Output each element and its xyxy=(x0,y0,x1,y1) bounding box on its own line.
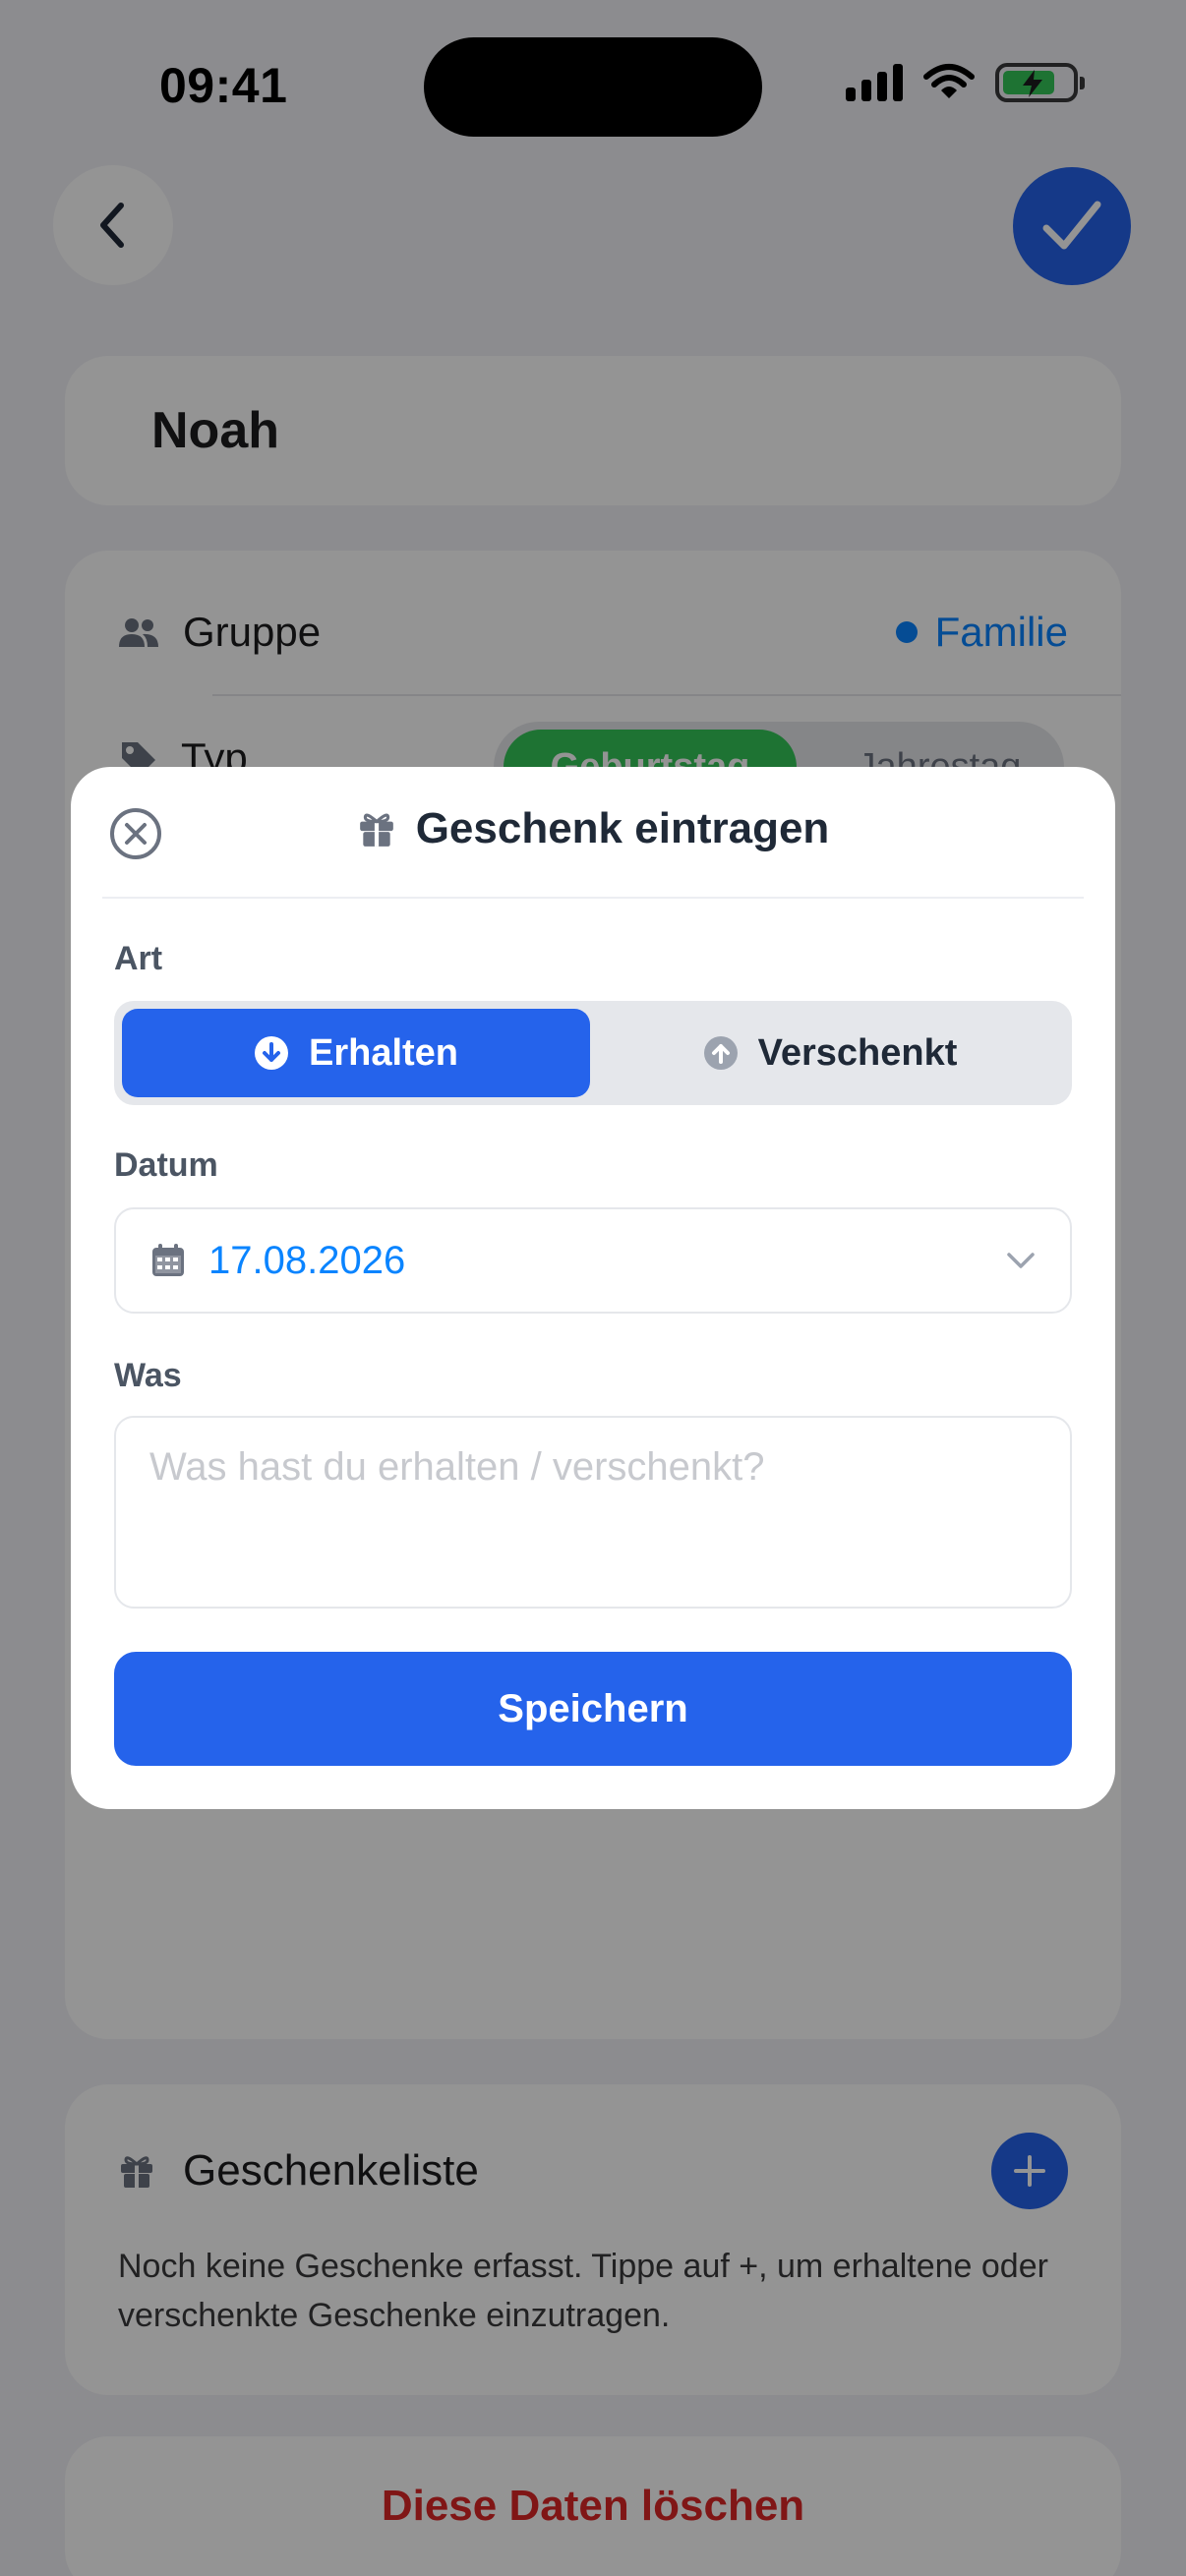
arrow-up-circle-icon xyxy=(703,1036,738,1070)
kind-option-received[interactable]: Erhalten xyxy=(122,1009,590,1097)
calendar-icon xyxy=(152,1244,184,1276)
date-picker[interactable]: 17.08.2026 xyxy=(114,1207,1072,1314)
kind-option-given[interactable]: Verschenkt xyxy=(596,1009,1064,1097)
gift-entry-modal: Geschenk eintragen Art Erhalten Verschen… xyxy=(71,767,1115,1809)
modal-header: Geschenk eintragen xyxy=(71,804,1115,853)
gift-icon xyxy=(359,813,393,847)
modal-title: Geschenk eintragen xyxy=(415,804,830,852)
arrow-down-circle-icon xyxy=(254,1036,288,1070)
date-value: 17.08.2026 xyxy=(208,1238,406,1282)
save-button[interactable]: Speichern xyxy=(114,1652,1072,1766)
kind-given-label: Verschenkt xyxy=(757,1031,958,1074)
art-label: Art xyxy=(114,940,163,977)
date-label: Datum xyxy=(114,1146,218,1184)
kind-received-label: Erhalten xyxy=(308,1031,459,1074)
what-input[interactable] xyxy=(114,1416,1072,1609)
what-label: Was xyxy=(114,1357,182,1394)
divider xyxy=(102,897,1084,899)
kind-segmented-control: Erhalten Verschenkt xyxy=(114,1001,1072,1105)
chevron-down-icon xyxy=(1007,1253,1035,1268)
